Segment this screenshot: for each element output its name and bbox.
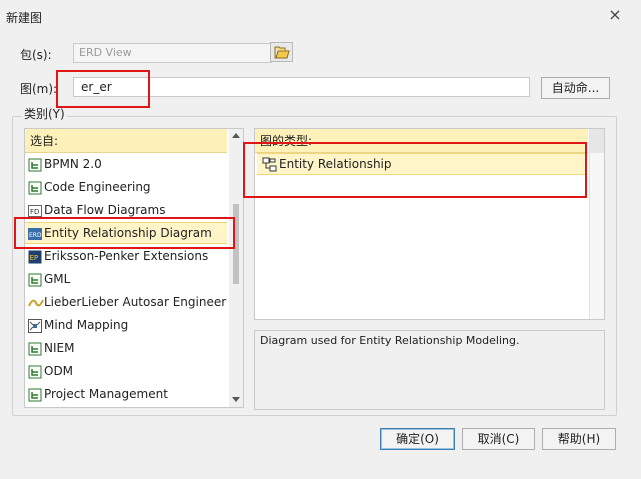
- technology-item[interactable]: BPMN 2.0: [25, 153, 227, 175]
- package-label: 包(s):: [20, 48, 52, 62]
- dialog-title: 新建图: [6, 11, 43, 25]
- technology-item-label: Entity Relationship Diagram: [44, 226, 212, 240]
- title-bar: 新建图 ×: [0, 0, 641, 32]
- technology-item-label: BPMN 2.0: [44, 157, 102, 171]
- diagram-type-scrollbar: [589, 129, 604, 319]
- close-icon[interactable]: ×: [606, 6, 624, 24]
- scroll-up-icon[interactable]: [232, 133, 240, 138]
- technology-item-label: GML: [44, 272, 71, 286]
- technology-item-label: LieberLieber Autosar Engineer: [44, 295, 227, 309]
- folder-icon: [274, 46, 290, 59]
- technology-item-label: Mind Mapping: [44, 318, 129, 332]
- auto-name-button[interactable]: 自动命...: [541, 77, 610, 99]
- diagram-type-item[interactable]: Entity Relationship: [257, 153, 587, 175]
- cancel-button[interactable]: 取消(C): [462, 428, 535, 450]
- technology-item[interactable]: Code Engineering: [25, 176, 227, 198]
- technology-item-label: ODM: [44, 364, 74, 378]
- svg-text:EP: EP: [30, 254, 39, 262]
- profile-tree-icon: [28, 387, 42, 402]
- technology-item-label: Eriksson-Penker Extensions: [44, 249, 209, 263]
- technology-item-label: Data Flow Diagrams: [44, 203, 166, 217]
- technology-item[interactable]: LieberLieber Autosar Engineer: [25, 291, 227, 313]
- lieberlieber-icon: [28, 295, 44, 309]
- entity-relationship-icon: [262, 157, 277, 172]
- ok-button[interactable]: 确定(O): [380, 428, 455, 450]
- technology-item[interactable]: ERD Entity Relationship Diagram: [25, 222, 227, 244]
- technology-item[interactable]: FD Data Flow Diagrams: [25, 199, 227, 221]
- technology-item[interactable]: Mind Mapping: [25, 314, 227, 336]
- technology-item[interactable]: NIEM: [25, 337, 227, 359]
- diagram-type-list[interactable]: 图的类型: Entity Relationship: [254, 128, 605, 320]
- technology-item-label: Project Management: [44, 387, 168, 401]
- scroll-header-block: [590, 129, 604, 153]
- description-box: Diagram used for Entity Relationship Mod…: [254, 330, 605, 410]
- help-button[interactable]: 帮助(H): [542, 428, 616, 450]
- technology-item[interactable]: ODM: [25, 360, 227, 382]
- profile-tree-icon: [28, 157, 42, 172]
- scroll-thumb[interactable]: [233, 204, 239, 284]
- package-field: ERD View: [73, 43, 272, 63]
- diagram-name-input[interactable]: [73, 77, 530, 97]
- technology-item-label: Code Engineering: [44, 180, 151, 194]
- profile-tree-icon: [28, 272, 42, 287]
- diagram-name-label: 图(m):: [20, 82, 58, 96]
- technology-item[interactable]: EP Eriksson-Penker Extensions: [25, 245, 227, 267]
- browse-package-button[interactable]: [270, 42, 293, 62]
- profile-tree-icon: [28, 180, 42, 195]
- erd-icon: ERD: [28, 227, 42, 241]
- scroll-down-icon[interactable]: [232, 397, 240, 402]
- svg-text:ERD: ERD: [29, 232, 42, 239]
- ep-icon: EP: [28, 249, 42, 264]
- svg-text:FD: FD: [30, 208, 39, 216]
- technology-item[interactable]: Project Management: [25, 383, 227, 405]
- diagram-type-header: 图的类型:: [255, 129, 588, 153]
- profile-tree-icon: [28, 341, 42, 356]
- technology-item-label: NIEM: [44, 341, 75, 355]
- dfd-icon: FD: [28, 203, 42, 217]
- profile-tree-icon: [28, 364, 42, 379]
- diagram-type-label: Entity Relationship: [279, 157, 392, 171]
- mindmap-icon: [28, 318, 42, 333]
- technology-list-header: 选自:: [25, 129, 227, 153]
- technology-list[interactable]: 选自: BPMN 2.0 Code Engineering FD Data Flow …: [24, 128, 244, 408]
- technology-item[interactable]: GML: [25, 268, 227, 290]
- category-label: 类别(Y): [22, 105, 67, 122]
- technology-list-scrollbar[interactable]: [229, 129, 243, 407]
